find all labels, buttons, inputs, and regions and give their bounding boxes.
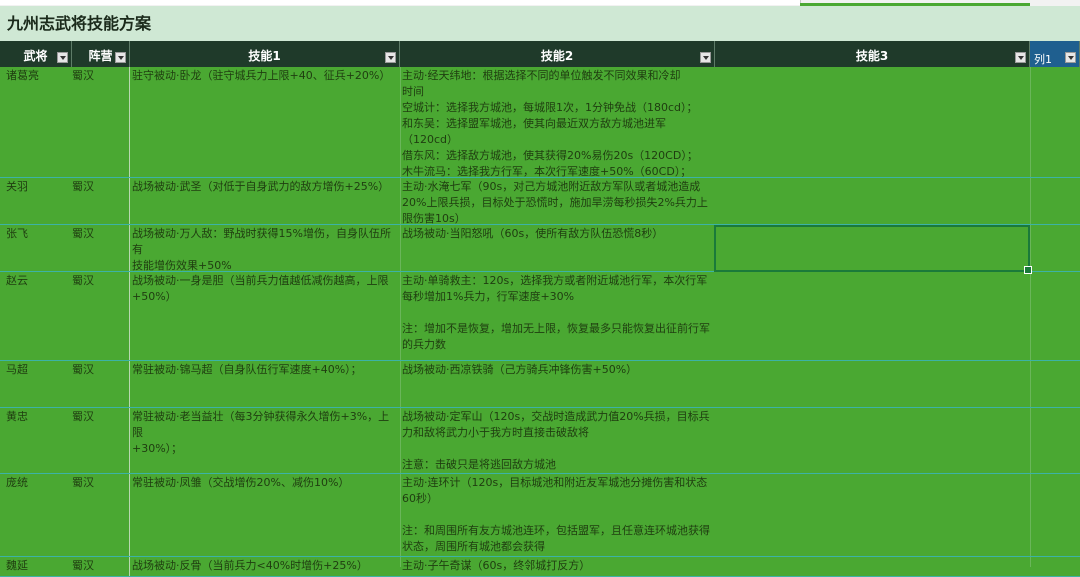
cell-faction[interactable]: 蜀汉 <box>68 361 130 407</box>
cell-faction[interactable]: 蜀汉 <box>68 178 130 224</box>
cell-faction[interactable]: 蜀汉 <box>68 474 130 556</box>
cell-col1[interactable] <box>1030 67 1080 177</box>
cell-skill2[interactable]: 战场被动·当阳怒吼（60s，使所有敌方队伍恐慌8秒） <box>400 225 715 271</box>
cell-col1[interactable] <box>1030 408 1080 473</box>
filter-dropdown-icon[interactable] <box>115 52 126 63</box>
header-label: 技能2 <box>540 49 574 63</box>
table-header: 武将 阵营 技能1 技能2 技能3 列1 <box>0 41 1080 67</box>
cell-skill2[interactable]: 主动·连环计（120s，目标城池和附近友军城池分摊伤害和状态 60秒） 注：和周… <box>400 474 715 556</box>
cell-col1[interactable] <box>1030 272 1080 360</box>
filter-dropdown-icon[interactable] <box>57 52 68 63</box>
cell-col1[interactable] <box>1030 361 1080 407</box>
cell-skill1[interactable]: 常驻被动·锦马超（自身队伍行军速度+40%）； <box>130 361 400 407</box>
header-faction[interactable]: 阵营 <box>72 41 130 67</box>
filter-dropdown-icon[interactable] <box>1065 52 1076 63</box>
cell-skill1[interactable]: 战场被动·武圣（对低于自身武力的敌方增伤+25%） <box>130 178 400 224</box>
header-col1[interactable]: 列1 <box>1030 41 1080 67</box>
cell-name[interactable]: 诸葛亮 <box>0 67 68 177</box>
cell-skill1[interactable]: 战场被动·万人敌：野战时获得15%增伤，自身队伍所有 技能增伤效果+50% <box>130 225 400 271</box>
active-cell-selection[interactable] <box>714 225 1032 274</box>
cell-skill3[interactable] <box>715 272 1030 360</box>
header-skill3[interactable]: 技能3 <box>715 41 1030 67</box>
cell-name[interactable]: 关羽 <box>0 178 68 224</box>
header-label: 技能1 <box>248 49 281 63</box>
filter-dropdown-icon[interactable] <box>700 52 711 63</box>
table-row: 赵云 蜀汉 战场被动·一身是胆（当前兵力值越低减伤越高，上限 +50%） 主动·… <box>0 272 1080 361</box>
table-row: 黄忠 蜀汉 常驻被动·老当益壮（每3分钟获得永久增伤+3%，上限 +30%）； … <box>0 408 1080 474</box>
cell-name[interactable]: 赵云 <box>0 272 68 360</box>
cell-faction[interactable]: 蜀汉 <box>68 408 130 473</box>
cell-skill3[interactable] <box>715 408 1030 473</box>
cell-skill1[interactable]: 常驻被动·凤雏（交战增伤20%、减伤10%） <box>130 474 400 556</box>
cell-skill2[interactable]: 主动·单骑救主：120s，选择我方或者附近城池行军，本次行军 每秒增加1%兵力，… <box>400 272 715 360</box>
cell-col1[interactable] <box>1030 178 1080 224</box>
table-row: 魏延 蜀汉 战场被动·反骨（当前兵力<40%时增伤+25%） 主动·子午奇谋（6… <box>0 557 1080 577</box>
cell-name[interactable]: 庞统 <box>0 474 68 556</box>
fill-handle[interactable] <box>1024 266 1032 274</box>
table-row: 马超 蜀汉 常驻被动·锦马超（自身队伍行军速度+40%）； 战场被动·西凉铁骑（… <box>0 361 1080 408</box>
cell-col1[interactable] <box>1030 225 1080 271</box>
header-name[interactable]: 武将 <box>0 41 72 67</box>
cell-skill2[interactable]: 主动·经天纬地：根据选择不同的单位触发不同效果和冷却 时间 空城计：选择我方城池… <box>400 67 715 177</box>
header-skill1[interactable]: 技能1 <box>130 41 400 67</box>
filter-dropdown-icon[interactable] <box>385 52 396 63</box>
filter-dropdown-icon[interactable] <box>1015 52 1026 63</box>
cell-skill3[interactable] <box>715 67 1030 177</box>
cell-skill2[interactable]: 主动·水淹七军（90s，对己方城池附近敌方军队或者城池造成 20%上限兵损，目标… <box>400 178 715 224</box>
cell-skill3[interactable] <box>715 178 1030 224</box>
header-label: 技能3 <box>855 49 889 63</box>
title-row: 九州志武将技能方案 <box>0 6 1080 41</box>
cell-name[interactable]: 黄忠 <box>0 408 68 473</box>
sheet-title[interactable]: 九州志武将技能方案 <box>7 10 151 34</box>
cell-skill1[interactable]: 战场被动·一身是胆（当前兵力值越低减伤越高，上限 +50%） <box>130 272 400 360</box>
cell-skill3[interactable] <box>715 474 1030 556</box>
cell-skill1[interactable]: 常驻被动·老当益壮（每3分钟获得永久增伤+3%，上限 +30%）； <box>130 408 400 473</box>
cell-name[interactable]: 马超 <box>0 361 68 407</box>
cell-skill2[interactable]: 战场被动·西凉铁骑（己方骑兵冲锋伤害+50%） <box>400 361 715 407</box>
cell-faction[interactable]: 蜀汉 <box>68 272 130 360</box>
cell-skill1[interactable]: 驻守被动·卧龙（驻守城兵力上限+40、征兵+20%） <box>130 67 400 177</box>
table-row: 关羽 蜀汉 战场被动·武圣（对低于自身武力的敌方增伤+25%） 主动·水淹七军（… <box>0 178 1080 225</box>
header-skill2[interactable]: 技能2 <box>400 41 715 67</box>
cell-skill2[interactable]: 战场被动·定军山（120s，交战时造成武力值20%兵损，目标兵 力和敌将武力小于… <box>400 408 715 473</box>
cell-faction[interactable]: 蜀汉 <box>68 67 130 177</box>
sheet-tab[interactable] <box>0 0 401 5</box>
cell-col1[interactable] <box>1030 474 1080 556</box>
table-row: 诸葛亮 蜀汉 驻守被动·卧龙（驻守城兵力上限+40、征兵+20%） 主动·经天纬… <box>0 67 1080 178</box>
cell-faction[interactable]: 蜀汉 <box>68 225 130 271</box>
table-row: 庞统 蜀汉 常驻被动·凤雏（交战增伤20%、减伤10%） 主动·连环计（120s… <box>0 474 1080 557</box>
cell-name[interactable]: 张飞 <box>0 225 68 271</box>
cell-skill3[interactable] <box>715 361 1030 407</box>
sheet-tab[interactable] <box>400 0 801 5</box>
